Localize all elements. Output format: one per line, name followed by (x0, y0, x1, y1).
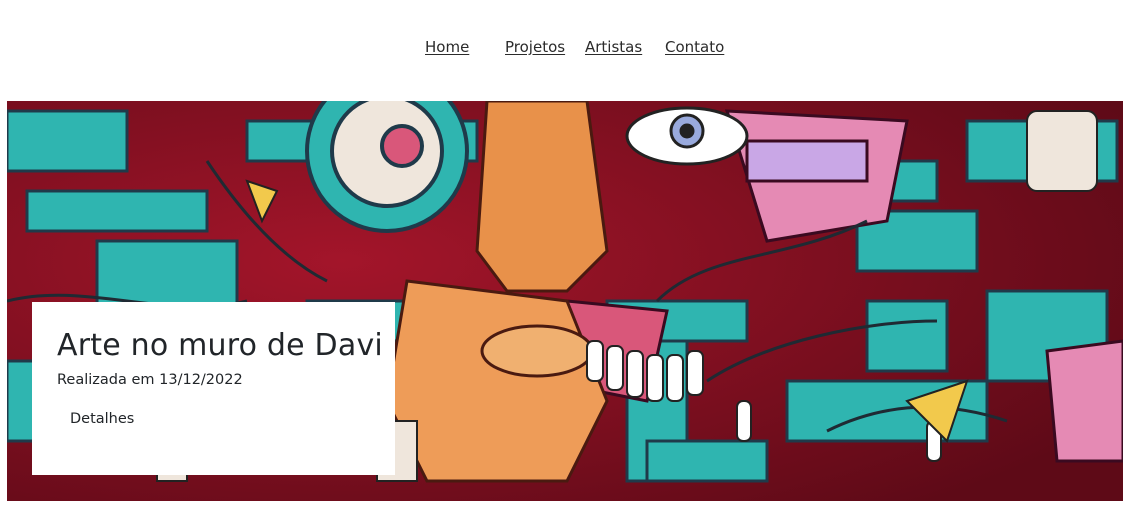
project-date: Realizada em 13/12/2022 (57, 372, 243, 388)
nav-link-contato[interactable]: Contato (665, 38, 724, 56)
nav-link-home[interactable]: Home (425, 38, 469, 56)
details-button[interactable]: Detalhes (70, 411, 134, 427)
project-title: Arte no muro de Davi (57, 328, 383, 363)
nav-link-projetos[interactable]: Projetos (505, 38, 565, 56)
hero-banner: Arte no muro de Davi Realizada em 13/12/… (7, 101, 1123, 501)
nav-link-artistas[interactable]: Artistas (585, 38, 642, 56)
project-card: Arte no muro de Davi Realizada em 13/12/… (32, 302, 395, 475)
main-nav: Home Projetos Artistas Contato (0, 38, 1131, 62)
